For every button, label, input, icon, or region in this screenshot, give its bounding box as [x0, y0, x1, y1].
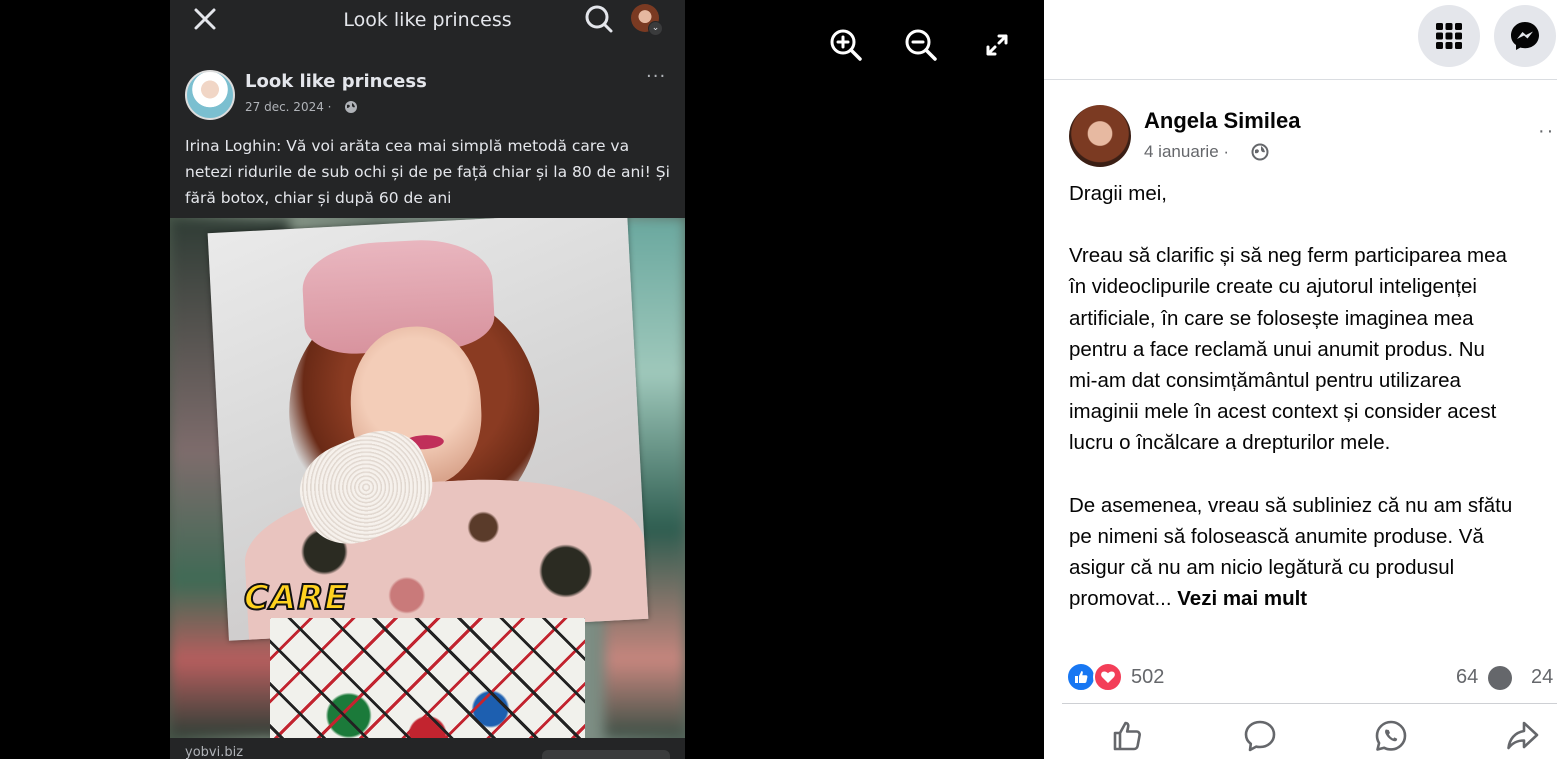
share-icon — [1507, 721, 1539, 750]
post-line: artificiale, în care se folosește imagin… — [1069, 306, 1474, 330]
search-icon — [585, 5, 613, 33]
image-caption: CARE — [243, 577, 349, 619]
post-line: Vreau să clarific și să neg ferm partici… — [1069, 244, 1507, 268]
zoom-in-button[interactable] — [829, 28, 863, 62]
post-line-last: promovat... Vezi mai mult — [1069, 583, 1557, 614]
link-button — [542, 750, 670, 759]
see-more-link[interactable]: Vezi mai mult — [1177, 587, 1307, 610]
like-reaction-icon — [1066, 662, 1096, 692]
love-reaction-icon — [1093, 662, 1123, 692]
post-line: asigur că nu am nicio legătură cu produs… — [1069, 556, 1455, 580]
link-domain: yobvi.biz — [185, 745, 244, 759]
photo-viewer: Look like princess ⌄ Look like princess … — [0, 0, 1044, 759]
post-line: pentru a face reclamă unui anumit produs… — [1069, 337, 1485, 361]
zoom-in-icon — [830, 29, 862, 61]
messenger-icon — [1511, 22, 1539, 50]
page-name: Look like princess — [245, 71, 427, 92]
reaction-count[interactable]: 502 — [1131, 666, 1164, 689]
post-line: pe nimeni să folosească anumite produse.… — [1069, 524, 1484, 548]
author-name[interactable]: Angela Similea — [1144, 108, 1301, 134]
like-button[interactable] — [1110, 718, 1146, 754]
menu-grid-icon — [1436, 23, 1462, 49]
messenger-button[interactable] — [1494, 5, 1556, 67]
globe-icon — [345, 101, 357, 113]
post-line: promovat... — [1069, 587, 1172, 611]
post-line: mi-am dat consimțământul pentru utilizar… — [1069, 369, 1461, 393]
post-greeting: Dragii mei, — [1069, 182, 1167, 205]
post-text: Irina Loghin: Vă voi arăta cea mai simpl… — [185, 137, 670, 207]
whatsapp-icon — [1375, 720, 1407, 751]
more-options-icon: ··· — [646, 66, 667, 87]
post-date: 27 dec. 2024 · — [245, 100, 332, 114]
post-line: imaginii mele în acest context și consid… — [1069, 400, 1497, 424]
share-button[interactable] — [1504, 718, 1540, 754]
whatsapp-share-button[interactable] — [1373, 718, 1409, 754]
share-count[interactable]: 24 — [1531, 666, 1553, 689]
post-panel: Angela Similea 4 ianuarie · ·· Dragii me… — [1044, 0, 1557, 759]
post-line: De asemenea, vreau să subliniez că nu am… — [1069, 493, 1513, 517]
comment-bubble-icon — [1488, 666, 1512, 690]
comment-button[interactable] — [1242, 718, 1278, 754]
screenshot-image: Look like princess ⌄ Look like princess … — [170, 0, 685, 759]
ad-image: CARE — [170, 218, 685, 738]
comment-count[interactable]: 64 — [1456, 666, 1478, 689]
zoom-out-button[interactable] — [904, 28, 938, 62]
menu-button[interactable] — [1418, 5, 1480, 67]
zoom-out-icon — [905, 29, 937, 61]
thumbs-up-icon — [1113, 721, 1141, 751]
post-line: în videoclipurile create cu ajutorul int… — [1069, 275, 1477, 299]
embroidery-pattern — [270, 618, 585, 738]
post-body: Dragii mei, Vreau să clarific și să neg … — [1069, 178, 1557, 614]
fullscreen-icon — [986, 34, 1008, 56]
fullscreen-button[interactable] — [980, 28, 1014, 62]
more-options-icon[interactable]: ·· — [1538, 120, 1555, 143]
post-line: lucru o încălcare a drepturilor mele. — [1069, 431, 1391, 455]
post-date[interactable]: 4 ianuarie · — [1144, 142, 1229, 162]
divider — [1062, 703, 1557, 704]
comment-icon — [1244, 720, 1276, 752]
globe-icon — [1251, 143, 1269, 161]
phone-header: Look like princess ⌄ — [170, 0, 685, 40]
top-bar — [1044, 0, 1557, 80]
page-avatar — [185, 70, 235, 120]
chevron-down-icon: ⌄ — [648, 21, 663, 36]
author-avatar[interactable] — [1069, 105, 1131, 167]
